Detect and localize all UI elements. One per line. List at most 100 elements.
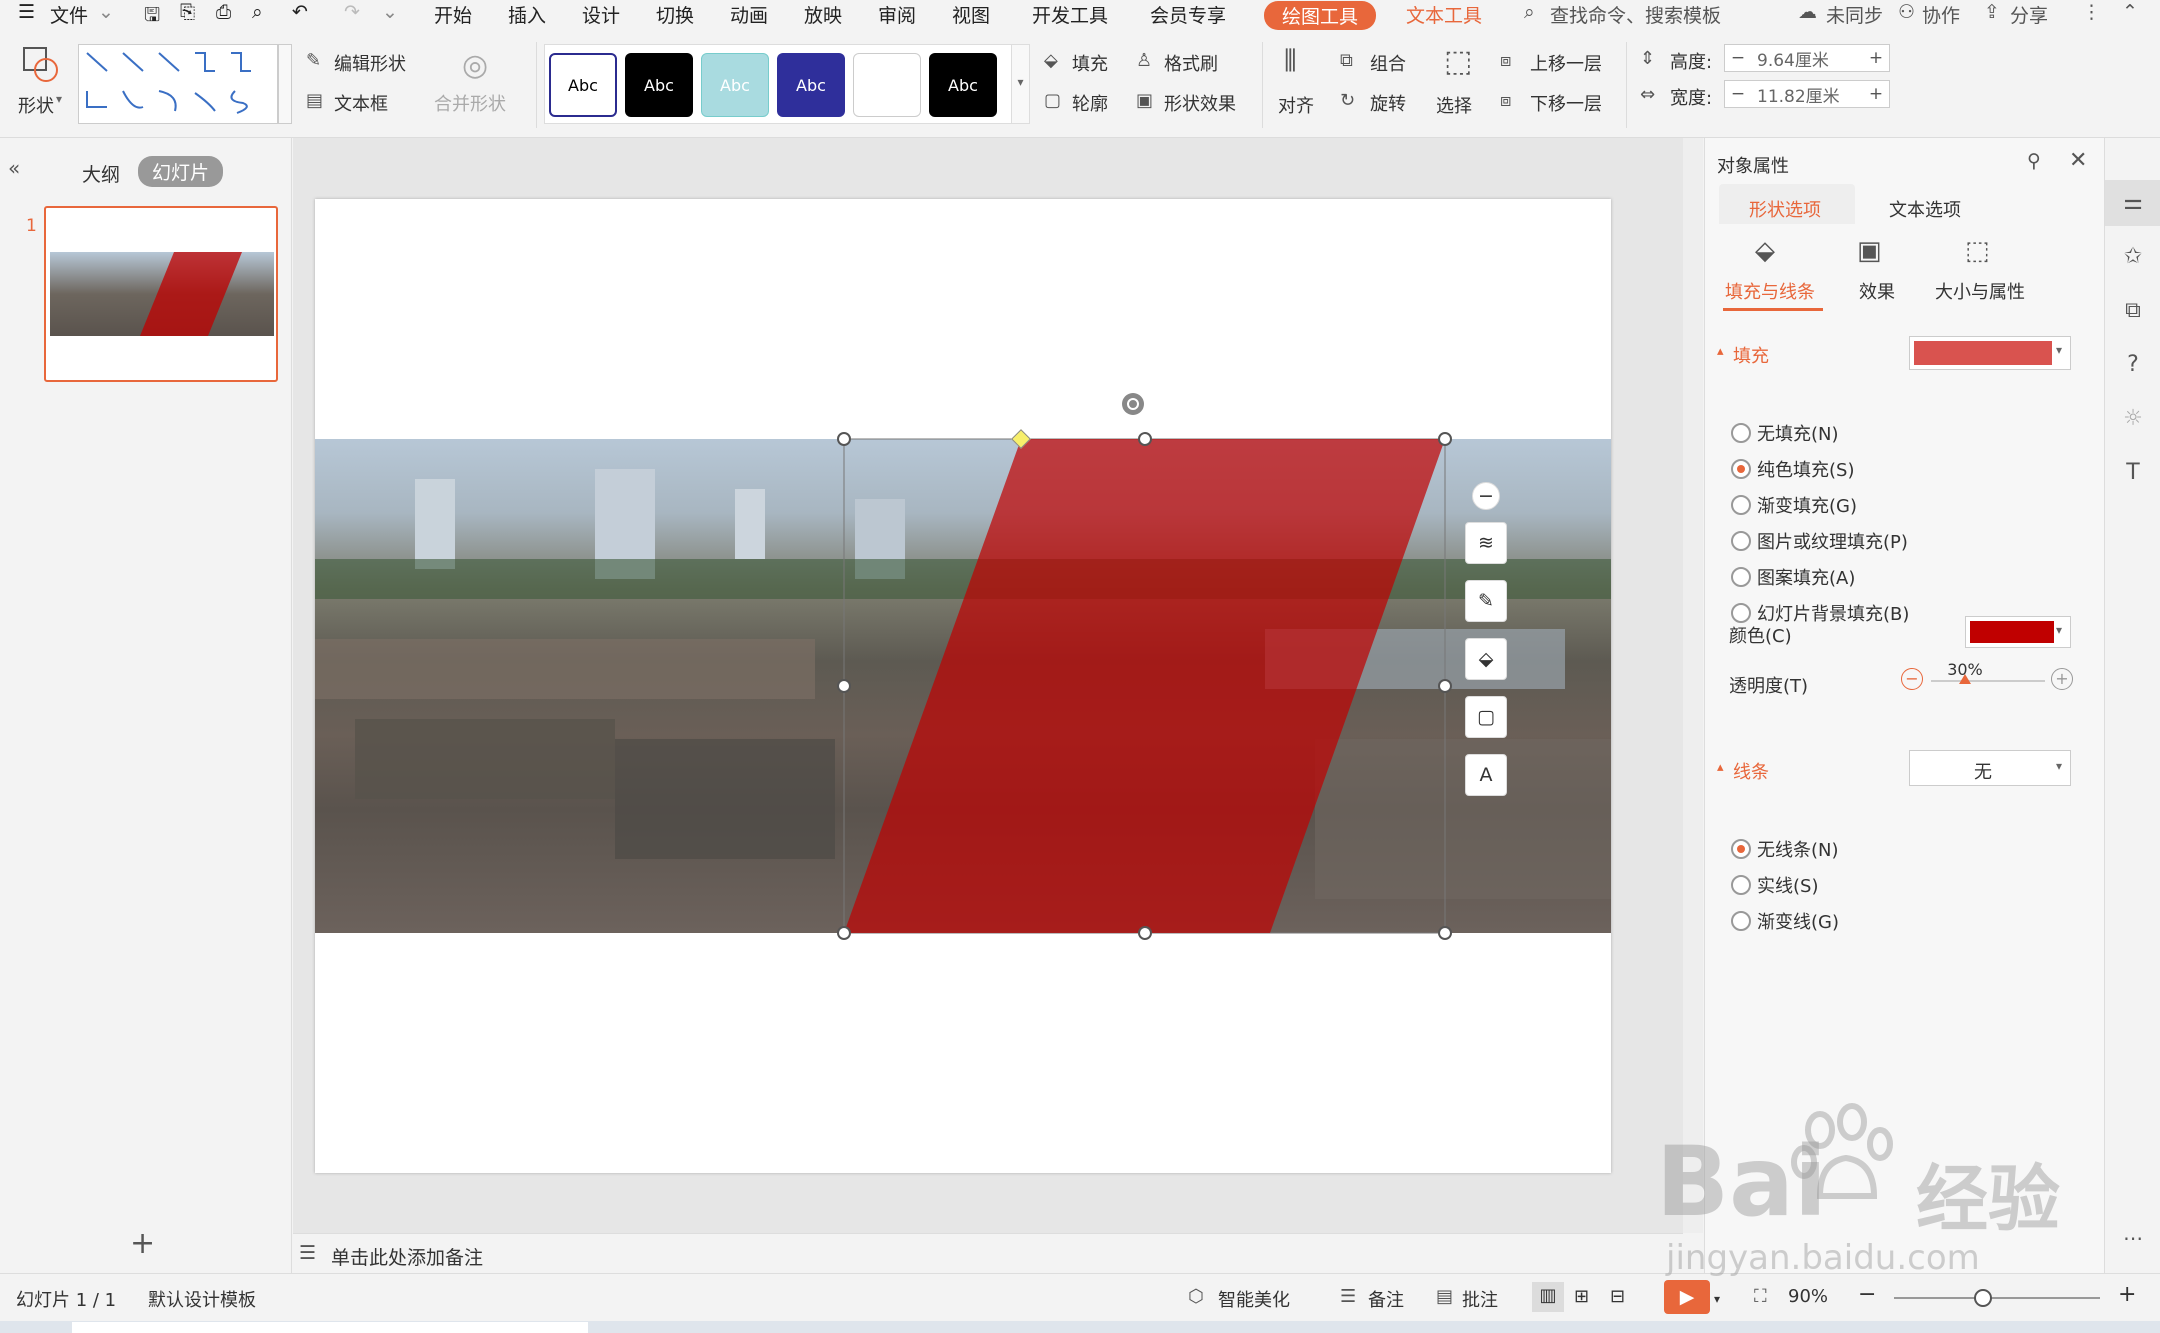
plus-icon[interactable]: + bbox=[1863, 48, 1889, 68]
tab-shape-options[interactable]: 形状选项 bbox=[1749, 196, 1821, 222]
tab-member[interactable]: 会员专享 bbox=[1150, 1, 1226, 28]
chevron-down-icon[interactable]: ⌄ bbox=[98, 1, 114, 23]
color-dropdown[interactable]: ▾ bbox=[1965, 616, 2071, 648]
rotate-button[interactable]: 旋转 bbox=[1370, 90, 1406, 116]
height-value[interactable]: 9.64厘米 bbox=[1751, 46, 1863, 71]
resize-handle[interactable] bbox=[1138, 432, 1152, 446]
vertical-scrollbar[interactable] bbox=[1683, 138, 1703, 1233]
panel-title[interactable]: 对象属性 bbox=[1717, 152, 1789, 178]
radio-button[interactable] bbox=[1731, 911, 1751, 931]
fill-option-0[interactable]: 无填充(N) bbox=[1731, 420, 1839, 446]
sorter-view-icon[interactable]: ⊞ bbox=[1574, 1286, 1589, 1307]
merge-shape-button[interactable]: 合并形状 bbox=[434, 90, 506, 116]
zoom-out-button[interactable]: − bbox=[1858, 1282, 1876, 1307]
plus-icon[interactable]: + bbox=[1863, 84, 1889, 104]
tab-design[interactable]: 设计 bbox=[582, 1, 620, 28]
minus-icon[interactable]: − bbox=[1725, 84, 1751, 104]
chevron-down-icon[interactable]: ▾ bbox=[2056, 623, 2062, 637]
collapse-panel-icon[interactable]: « bbox=[8, 156, 20, 180]
help-icon[interactable]: ? bbox=[2119, 352, 2147, 380]
zoom-in-button[interactable]: + bbox=[2118, 1282, 2136, 1307]
resize-handle[interactable] bbox=[1438, 926, 1452, 940]
shape-icon[interactable] bbox=[22, 44, 62, 84]
notes-button[interactable]: 备注 bbox=[1368, 1286, 1404, 1312]
more-icon[interactable]: ⌄ bbox=[382, 1, 398, 23]
share-button[interactable]: 分享 bbox=[2010, 1, 2048, 28]
template-name[interactable]: 默认设计模板 bbox=[148, 1286, 256, 1312]
tab-text-options[interactable]: 文本选项 bbox=[1889, 196, 1961, 222]
fill-button[interactable]: 填充 bbox=[1072, 50, 1108, 76]
textbox-button[interactable]: 文本框 bbox=[334, 90, 388, 116]
decrease-icon[interactable]: − bbox=[1901, 668, 1923, 690]
hamburger-icon[interactable]: ☰ bbox=[18, 1, 35, 23]
shape-effect-button[interactable]: 形状效果 bbox=[1164, 90, 1236, 116]
style-option[interactable]: Abc bbox=[549, 53, 617, 117]
resize-handle[interactable] bbox=[1438, 679, 1452, 693]
style-option[interactable]: Abc bbox=[777, 53, 845, 117]
play-icon[interactable]: ▶ bbox=[1664, 1280, 1710, 1314]
transition-icon[interactable]: ⧉ bbox=[2119, 298, 2147, 326]
bulb-icon[interactable]: ☼ bbox=[2119, 406, 2147, 434]
gallery-more-icon[interactable]: ▾ bbox=[1011, 45, 1029, 123]
print-icon[interactable]: ⎙ bbox=[216, 1, 231, 23]
tab-text-tools[interactable]: 文本工具 bbox=[1406, 1, 1482, 28]
properties-icon[interactable]: ⚌ bbox=[2119, 190, 2147, 218]
fill-option-4[interactable]: 图案填充(A) bbox=[1731, 564, 1855, 590]
fit-icon[interactable]: ⛶ bbox=[1754, 1286, 1767, 1307]
chevron-down-icon[interactable]: ▾ bbox=[1714, 1292, 1720, 1306]
rotate-handle-icon[interactable] bbox=[1120, 391, 1146, 417]
collapse-ribbon-icon[interactable]: ⌃ bbox=[2122, 1, 2138, 23]
resize-handle[interactable] bbox=[837, 432, 851, 446]
line-option-2[interactable]: 渐变线(G) bbox=[1731, 908, 1839, 934]
sync-status[interactable]: 未同步 bbox=[1826, 1, 1883, 28]
tab-drawing-tools[interactable]: 绘图工具 bbox=[1264, 1, 1377, 30]
export-icon[interactable]: ⎘ bbox=[180, 1, 195, 23]
pin-icon[interactable]: ⚲ bbox=[2027, 150, 2041, 172]
radio-button[interactable] bbox=[1731, 875, 1751, 895]
tab-transition[interactable]: 切换 bbox=[656, 1, 694, 28]
radio-button[interactable] bbox=[1731, 603, 1751, 623]
gallery-scroll[interactable] bbox=[278, 44, 292, 124]
notes-bar[interactable]: ☰ 单击此处添加备注 bbox=[293, 1233, 1683, 1273]
comment-button[interactable]: 批注 bbox=[1462, 1286, 1498, 1312]
fill-option-1[interactable]: 纯色填充(S) bbox=[1731, 456, 1854, 482]
fill-header[interactable]: 填充 bbox=[1733, 342, 1769, 368]
line-option-1[interactable]: 实线(S) bbox=[1731, 872, 1818, 898]
search-icon[interactable]: ⌕ bbox=[1524, 1, 1535, 23]
preview-icon[interactable]: ⌕ bbox=[252, 1, 263, 23]
zoom-slider[interactable] bbox=[1894, 1289, 2100, 1307]
radio-button[interactable] bbox=[1731, 839, 1751, 859]
fill-option-3[interactable]: 图片或纹理填充(P) bbox=[1731, 528, 1908, 554]
save-icon[interactable]: 🖫 bbox=[144, 1, 160, 33]
more-menu-icon[interactable]: ⋮ bbox=[2082, 1, 2101, 23]
radio-button[interactable] bbox=[1731, 423, 1751, 443]
resize-handle[interactable] bbox=[837, 679, 851, 693]
slide-canvas[interactable] bbox=[315, 199, 1611, 1173]
outline-button[interactable]: 轮廓 bbox=[1072, 90, 1108, 116]
fill-color-dropdown[interactable]: ▾ bbox=[1909, 336, 2071, 370]
format-brush-button[interactable]: 格式刷 bbox=[1164, 50, 1218, 76]
chevron-down-icon[interactable]: ▾ bbox=[2056, 343, 2062, 357]
resize-handle[interactable] bbox=[1138, 926, 1152, 940]
bring-forward-button[interactable]: 上移一层 bbox=[1530, 50, 1602, 76]
fill-option-2[interactable]: 渐变填充(G) bbox=[1731, 492, 1857, 518]
subtab-fill-line[interactable]: 填充与线条 bbox=[1725, 278, 1815, 304]
line-header[interactable]: 线条 bbox=[1733, 758, 1769, 784]
tab-slides[interactable]: 幻灯片 bbox=[138, 156, 224, 187]
search-command[interactable]: 查找命令、搜索模板 bbox=[1550, 1, 1721, 28]
subtab-size[interactable]: 大小与属性 bbox=[1935, 278, 2025, 304]
add-slide-button[interactable]: + bbox=[130, 1226, 155, 1261]
chevron-down-icon[interactable]: ▾ bbox=[56, 92, 62, 106]
subtab-effect[interactable]: 效果 bbox=[1859, 278, 1895, 304]
more-icon[interactable]: ⋯ bbox=[2119, 1226, 2147, 1254]
text-icon[interactable]: T bbox=[2119, 460, 2147, 488]
tab-review[interactable]: 审阅 bbox=[878, 1, 916, 28]
collapse-triangle-icon[interactable]: ▴ bbox=[1717, 760, 1724, 775]
collapse-icon[interactable]: − bbox=[1472, 482, 1500, 510]
group-button[interactable]: 组合 bbox=[1370, 50, 1406, 76]
tab-animation[interactable]: 动画 bbox=[730, 1, 768, 28]
width-stepper[interactable]: − 11.82厘米 + bbox=[1724, 80, 1890, 108]
width-value[interactable]: 11.82厘米 bbox=[1751, 82, 1863, 107]
text-style-icon[interactable]: A bbox=[1465, 754, 1507, 796]
chevron-down-icon[interactable]: ▾ bbox=[2056, 759, 2062, 773]
